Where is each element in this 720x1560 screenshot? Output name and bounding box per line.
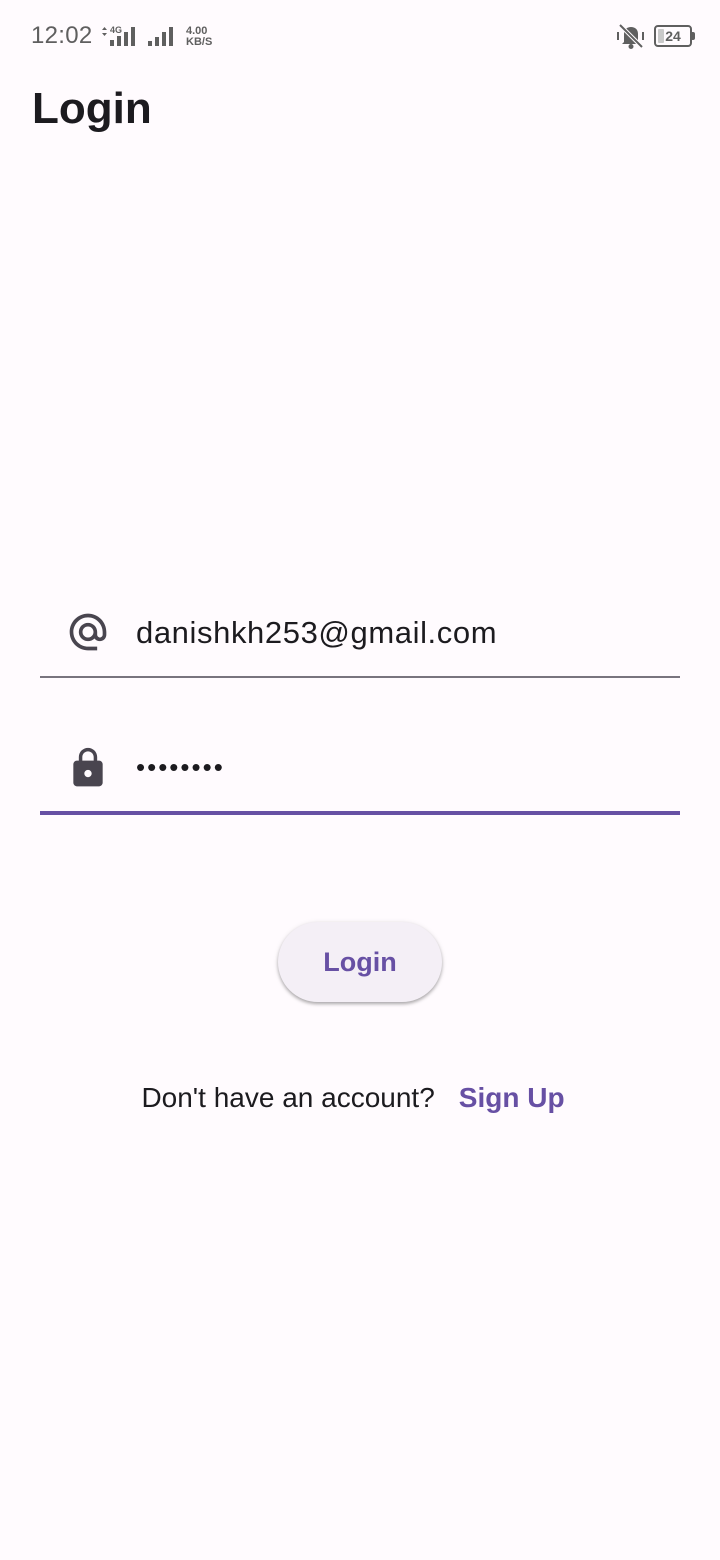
lock-icon xyxy=(66,744,110,792)
network-type-label: 4G xyxy=(110,25,122,35)
network-indicators: 4G 4.00 KB/S xyxy=(100,24,212,48)
password-underline-focused xyxy=(40,811,680,815)
network-speed: 4.00 KB/S xyxy=(186,26,212,48)
password-input[interactable] xyxy=(136,742,656,792)
signup-row: Don't have an account? Sign Up xyxy=(0,1078,720,1118)
status-time: 12:02 xyxy=(31,22,93,49)
status-right: 24 xyxy=(616,22,695,50)
signal-4g-icon: 4G xyxy=(102,25,135,46)
speed-unit: KB/S xyxy=(186,36,213,48)
battery-level: 24 xyxy=(665,28,681,44)
signal-bars-icon xyxy=(148,27,173,46)
password-field[interactable] xyxy=(40,724,680,815)
email-underline xyxy=(40,676,680,678)
email-input[interactable] xyxy=(136,608,656,658)
login-button[interactable]: Login xyxy=(278,922,442,1002)
signup-prompt: Don't have an account? xyxy=(141,1082,435,1113)
sign-up-link[interactable]: Sign Up xyxy=(459,1082,565,1114)
vibrate-icon xyxy=(617,23,644,49)
battery-icon: 24 xyxy=(654,25,695,47)
status-bar: 12:02 4G 4.00 KB/S 24 xyxy=(0,0,720,72)
at-icon xyxy=(66,608,110,656)
email-field[interactable] xyxy=(40,588,680,678)
page-title: Login xyxy=(32,84,152,133)
